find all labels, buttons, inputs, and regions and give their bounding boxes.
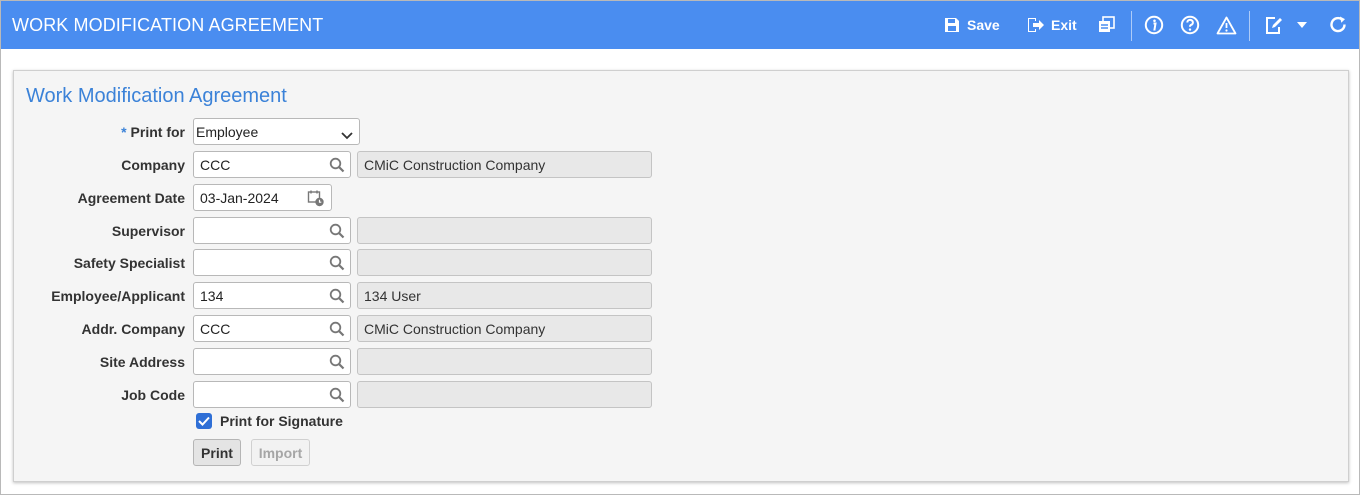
warning-button[interactable] (1216, 1, 1237, 49)
print-for-signature-checkbox[interactable] (196, 413, 212, 429)
dropdown-icon (1296, 21, 1308, 29)
supervisor-description (357, 217, 652, 244)
search-icon[interactable] (329, 255, 345, 271)
search-icon[interactable] (329, 354, 345, 370)
agreement-date-value: 03-Jan-2024 (200, 190, 279, 206)
warning-icon (1216, 16, 1237, 35)
refresh-icon (1328, 15, 1348, 35)
content-area: Work Modification Agreement * Print for E… (1, 49, 1359, 494)
site-address-input[interactable] (193, 348, 351, 375)
app-title: WORK MODIFICATION AGREEMENT (12, 14, 324, 35)
save-label: Save (967, 17, 1000, 33)
app-header: WORK MODIFICATION AGREEMENT Save Exit (1, 1, 1359, 49)
job-code-description (357, 381, 652, 408)
exit-label: Exit (1051, 17, 1077, 33)
supervisor-input[interactable] (193, 217, 351, 244)
print-for-select[interactable]: Employee (193, 118, 360, 145)
save-button[interactable]: Save (944, 1, 1000, 49)
company-label: Company (121, 157, 185, 173)
safety-specialist-description (357, 249, 652, 276)
addr-company-description: CMiC Construction Company (357, 315, 652, 342)
toolbar-divider (1249, 11, 1250, 41)
print-for-signature-row: Print for Signature (196, 413, 343, 429)
search-icon[interactable] (329, 223, 345, 239)
search-icon[interactable] (329, 321, 345, 337)
print-preview-button[interactable] (1098, 1, 1116, 49)
chevron-down-icon (341, 127, 353, 143)
safety-specialist-label: Safety Specialist (73, 255, 185, 271)
print-for-value: Employee (196, 124, 259, 140)
edit-note-button[interactable] (1263, 1, 1283, 49)
required-marker: * (121, 124, 127, 140)
search-icon[interactable] (329, 157, 345, 173)
agreement-date-input[interactable]: 03-Jan-2024 (193, 184, 332, 211)
employee-applicant-description: 134 User (357, 282, 652, 309)
employee-applicant-input[interactable]: 134 (193, 282, 351, 309)
print-preview-icon (1098, 16, 1116, 34)
toolbar-divider (1131, 11, 1132, 41)
company-input[interactable]: CCC (193, 151, 351, 178)
addr-company-input[interactable]: CCC (193, 315, 351, 342)
site-address-description (357, 348, 652, 375)
checkmark-icon (198, 416, 210, 426)
addr-company-value: CCC (200, 321, 231, 337)
calendar-icon[interactable] (307, 189, 325, 210)
exit-button[interactable]: Exit (1027, 1, 1077, 49)
options-dropdown-button[interactable] (1296, 1, 1308, 49)
company-value: CCC (200, 157, 231, 173)
print-button[interactable]: Print (193, 439, 241, 466)
employee-applicant-label: Employee/Applicant (51, 288, 185, 304)
help-icon (1180, 15, 1200, 35)
job-code-input[interactable] (193, 381, 351, 408)
search-icon[interactable] (329, 288, 345, 304)
print-for-signature-label: Print for Signature (220, 413, 343, 429)
info-button[interactable] (1144, 1, 1164, 49)
company-description: CMiC Construction Company (357, 151, 652, 178)
site-address-label: Site Address (99, 354, 185, 370)
save-icon (944, 17, 960, 33)
form-title: Work Modification Agreement (26, 85, 287, 107)
info-icon (1144, 15, 1164, 35)
print-for-label: * Print for (121, 124, 185, 140)
employee-applicant-value: 134 (200, 288, 224, 304)
safety-specialist-input[interactable] (193, 249, 351, 276)
form-panel: Work Modification Agreement * Print for E… (13, 70, 1349, 482)
exit-icon (1027, 17, 1045, 33)
supervisor-label: Supervisor (111, 223, 185, 239)
edit-note-icon (1263, 15, 1283, 35)
job-code-label: Job Code (121, 387, 185, 403)
search-icon[interactable] (329, 387, 345, 403)
refresh-button[interactable] (1328, 1, 1348, 49)
agreement-date-label: Agreement Date (77, 190, 185, 206)
import-button[interactable]: Import (251, 439, 310, 466)
addr-company-label: Addr. Company (81, 321, 185, 337)
help-button[interactable] (1180, 1, 1200, 49)
